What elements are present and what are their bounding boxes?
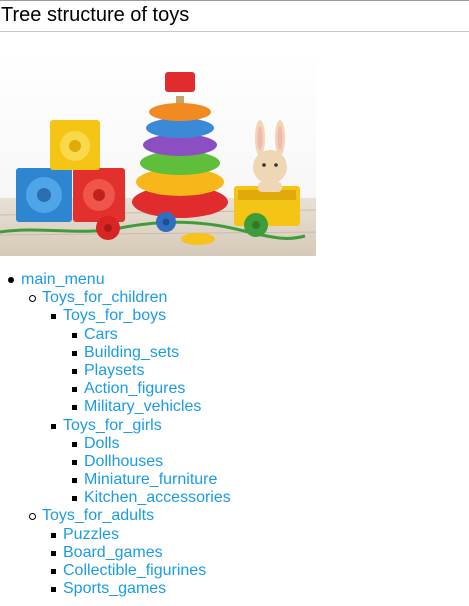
square-bullet-icon [51,423,56,429]
link-kitchen-accessories[interactable]: Kitchen_accessories [84,489,231,507]
link-miniature-furniture[interactable]: Miniature_furniture [84,471,217,489]
link-board-games[interactable]: Board_games [63,544,163,562]
page-title: Tree structure of toys [0,0,469,32]
circle-bullet-icon [29,513,36,521]
square-bullet-icon [72,368,77,374]
link-toys-for-adults[interactable]: Toys_for_adults [42,507,154,525]
link-dolls[interactable]: Dolls [84,435,120,453]
link-cars[interactable]: Cars [84,326,118,344]
disc-bullet-icon [8,277,14,283]
square-bullet-icon [51,532,56,538]
link-puzzles[interactable]: Puzzles [63,526,119,544]
link-building-sets[interactable]: Building_sets [84,344,179,362]
square-bullet-icon [72,405,77,411]
square-bullet-icon [72,332,77,338]
link-toys-for-boys[interactable]: Toys_for_boys [63,307,166,325]
square-bullet-icon [51,569,56,574]
link-playsets[interactable]: Playsets [84,362,144,380]
link-toys-for-girls[interactable]: Toys_for_girls [63,417,162,435]
square-bullet-icon [72,350,77,356]
square-bullet-icon [72,441,77,447]
toys-image [0,50,316,256]
square-bullet-icon [72,459,77,465]
square-bullet-icon [51,550,56,556]
circle-bullet-icon [29,295,36,303]
link-dollhouses[interactable]: Dollhouses [84,453,163,471]
square-bullet-icon [72,387,77,393]
link-military-vehicles[interactable]: Military_vehicles [84,398,201,416]
link-action-figures[interactable]: Action_figures [84,380,185,398]
link-main-menu[interactable]: main_menu [21,271,105,289]
link-collectible-figurines[interactable]: Collectible_figurines [63,562,206,580]
link-sports-games[interactable]: Sports_games [63,580,166,598]
square-bullet-icon [72,496,77,502]
link-toys-for-children[interactable]: Toys_for_children [42,289,167,307]
square-bullet-icon [51,314,56,320]
square-bullet-icon [72,478,77,484]
square-bullet-icon [51,587,56,593]
